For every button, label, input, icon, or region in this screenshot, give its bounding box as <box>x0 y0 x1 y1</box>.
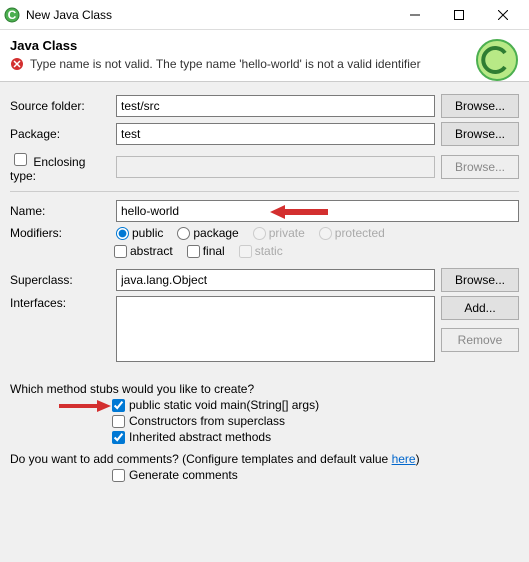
header-title: Java Class <box>10 38 519 53</box>
separator <box>10 191 519 192</box>
minimize-button[interactable] <box>393 1 437 29</box>
browse-source-button[interactable]: Browse... <box>441 94 519 118</box>
inherited-checkbox[interactable] <box>112 431 125 444</box>
enclosing-type-label[interactable]: Enclosing type: <box>10 150 110 183</box>
comments-question: Do you want to add comments? (Configure … <box>10 452 519 466</box>
enclosing-type-checkbox[interactable] <box>14 153 27 166</box>
error-icon <box>10 57 24 71</box>
window-title: New Java Class <box>26 8 393 22</box>
svg-text:C: C <box>8 8 17 22</box>
maximize-icon <box>454 10 464 20</box>
browse-enclosing-button: Browse... <box>441 155 519 179</box>
main-method-checkbox[interactable] <box>112 399 125 412</box>
protected-radio <box>319 227 332 240</box>
generate-comments-checkbox[interactable] <box>112 469 125 482</box>
configure-templates-link[interactable]: here <box>392 452 416 466</box>
close-icon <box>498 10 508 20</box>
remove-interface-button: Remove <box>441 328 519 352</box>
package-label: Package: <box>10 127 110 141</box>
name-label: Name: <box>10 204 110 218</box>
static-checkbox <box>239 245 252 258</box>
class-logo-icon <box>475 38 519 82</box>
dialog-header: Java Class Type name is not valid. The t… <box>0 30 529 82</box>
superclass-label: Superclass: <box>10 273 110 287</box>
name-input[interactable] <box>116 200 519 222</box>
main-method-label: public static void main(String[] args) <box>129 398 319 412</box>
minimize-icon <box>410 10 420 20</box>
private-radio-label: private <box>253 226 305 240</box>
interfaces-listbox[interactable] <box>116 296 435 362</box>
error-message-row: Type name is not valid. The type name 'h… <box>10 57 519 71</box>
generate-comments-label: Generate comments <box>129 468 238 482</box>
package-radio[interactable] <box>177 227 190 240</box>
protected-radio-label: protected <box>319 226 385 240</box>
inherited-label: Inherited abstract methods <box>129 430 271 444</box>
package-input[interactable] <box>116 123 435 145</box>
constructors-label: Constructors from superclass <box>129 414 285 428</box>
error-text: Type name is not valid. The type name 'h… <box>30 57 421 71</box>
close-button[interactable] <box>481 1 525 29</box>
class-icon: C <box>4 7 20 23</box>
browse-superclass-button[interactable]: Browse... <box>441 268 519 292</box>
private-radio <box>253 227 266 240</box>
final-check-label[interactable]: final <box>187 244 225 258</box>
interfaces-label: Interfaces: <box>10 296 110 310</box>
maximize-button[interactable] <box>437 1 481 29</box>
source-folder-label: Source folder: <box>10 99 110 113</box>
add-interface-button[interactable]: Add... <box>441 296 519 320</box>
annotation-arrow-icon <box>57 398 111 414</box>
public-radio[interactable] <box>116 227 129 240</box>
browse-package-button[interactable]: Browse... <box>441 122 519 146</box>
package-radio-label[interactable]: package <box>177 226 238 240</box>
title-bar: C New Java Class <box>0 0 529 30</box>
final-checkbox[interactable] <box>187 245 200 258</box>
stubs-question: Which method stubs would you like to cre… <box>10 382 519 396</box>
constructors-checkbox[interactable] <box>112 415 125 428</box>
public-radio-label[interactable]: public <box>116 226 163 240</box>
static-check-label: static <box>239 244 283 258</box>
abstract-checkbox[interactable] <box>114 245 127 258</box>
superclass-input[interactable] <box>116 269 435 291</box>
abstract-check-label[interactable]: abstract <box>114 244 173 258</box>
source-folder-input[interactable] <box>116 95 435 117</box>
enclosing-type-input <box>116 156 435 178</box>
modifiers-label: Modifiers: <box>10 226 110 240</box>
